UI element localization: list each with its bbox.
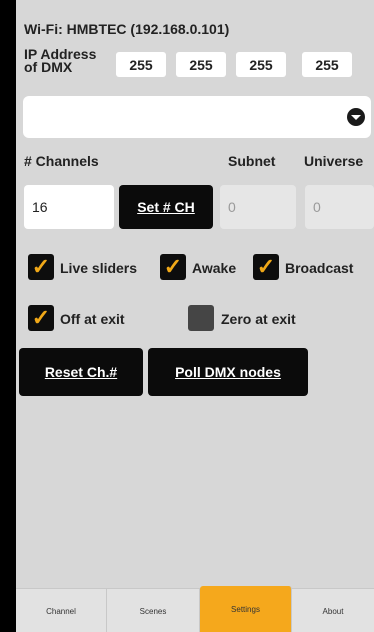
live-sliders-checkbox[interactable]: ✓ — [28, 254, 54, 280]
chevron-down-icon[interactable] — [347, 108, 365, 126]
dmx-node-dropdown[interactable] — [23, 96, 371, 138]
zero-at-exit-checkbox[interactable]: ✓ — [188, 305, 214, 331]
channels-label: # Channels — [24, 153, 99, 169]
tab-settings[interactable]: Settings — [200, 586, 292, 632]
ip-label-line2: of DMX — [24, 59, 73, 75]
off-at-exit-label: Off at exit — [60, 311, 125, 327]
reset-channels-button[interactable]: Reset Ch.# — [19, 348, 143, 396]
broadcast-checkbox[interactable]: ✓ — [253, 254, 279, 280]
check-icon: ✓ — [31, 305, 51, 330]
subnet-input[interactable]: 0 — [220, 185, 296, 229]
settings-screen: Wi-Fi: HMBTEC (192.168.0.101) IP Address… — [16, 0, 374, 632]
tab-bar: Channel Scenes Settings About — [16, 586, 374, 632]
wifi-status: Wi-Fi: HMBTEC (192.168.0.101) — [24, 21, 230, 37]
subnet-label: Subnet — [228, 153, 276, 169]
channels-input[interactable]: 16 — [24, 185, 114, 229]
off-at-exit-checkbox[interactable]: ✓ — [28, 305, 54, 331]
awake-checkbox[interactable]: ✓ — [160, 254, 186, 280]
tab-channel[interactable]: Channel — [16, 589, 107, 632]
ip-octet-1-input[interactable]: 255 — [116, 52, 166, 77]
check-icon: ✓ — [256, 254, 276, 279]
check-icon: ✓ — [163, 254, 183, 279]
poll-dmx-nodes-button[interactable]: Poll DMX nodes — [148, 348, 308, 396]
live-sliders-label: Live sliders — [60, 260, 138, 276]
universe-label: Universe — [304, 153, 364, 169]
ip-octet-2-input[interactable]: 255 — [176, 52, 226, 77]
awake-label: Awake — [192, 260, 237, 276]
universe-input[interactable]: 0 — [305, 185, 374, 229]
ip-octet-3-input[interactable]: 255 — [236, 52, 286, 77]
tab-about[interactable]: About — [292, 589, 374, 632]
tab-scenes[interactable]: Scenes — [107, 589, 200, 632]
zero-at-exit-label: Zero at exit — [221, 311, 296, 327]
set-channels-button[interactable]: Set # CH — [119, 185, 213, 229]
ip-address-label: IP Address of DMX — [24, 47, 96, 75]
broadcast-label: Broadcast — [285, 260, 354, 276]
check-icon: ✓ — [31, 254, 51, 279]
ip-octet-4-input[interactable]: 255 — [302, 52, 352, 77]
